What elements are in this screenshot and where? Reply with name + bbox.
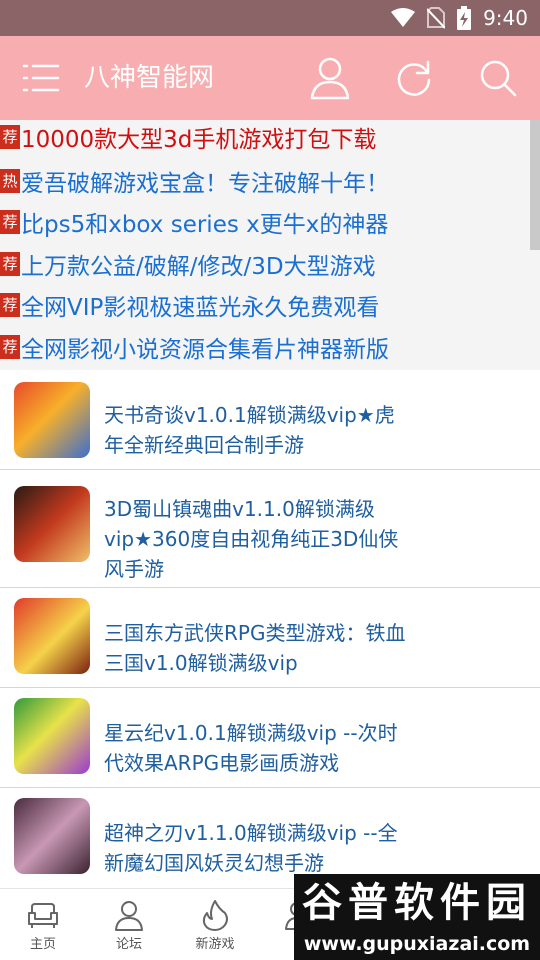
promo-link[interactable]: 上万款公益/破解/修改/3D大型游戏 (21, 247, 376, 281)
promo-item[interactable]: 荐 全网VIP影视极速蓝光永久免费观看 (0, 286, 379, 324)
promo-badge: 荐 (0, 252, 20, 276)
game-thumbnail (14, 798, 90, 874)
status-bar: 9:40 (0, 0, 540, 36)
game-item[interactable]: 天书奇谈v1.0.1解锁满级vip★虎年全新经典回合制手游 (0, 370, 540, 470)
nav-new-games[interactable]: 新游戏 (172, 889, 258, 960)
flame-icon (202, 900, 228, 931)
game-item[interactable]: 3D蜀山镇魂曲v1.1.0解锁满级vip★360度自由视角纯正3D仙侠风手游 (0, 470, 540, 588)
promo-item[interactable]: 热 爱吾破解游戏宝盒！专注破解十年！ (0, 162, 389, 200)
game-thumbnail (14, 698, 90, 774)
game-title[interactable]: 天书奇谈v1.0.1解锁满级vip★虎年全新经典回合制手游 (104, 400, 410, 460)
promo-link[interactable]: 爱吾破解游戏宝盒！专注破解十年！ (21, 164, 389, 198)
nav-home[interactable]: 主页 (0, 889, 86, 960)
game-title[interactable]: 3D蜀山镇魂曲v1.1.0解锁满级vip★360度自由视角纯正3D仙侠风手游 (104, 494, 410, 584)
promo-link[interactable]: 比ps5和xbox series x更牛x的神器 (21, 205, 388, 239)
watermark-url: www.gupuxiazai.com (303, 933, 531, 955)
game-title[interactable]: 星云纪v1.0.1解锁满级vip --次时代效果ARPG电影画质游戏 (104, 718, 410, 778)
scrollbar[interactable] (530, 120, 540, 250)
promo-badge: 荐 (0, 335, 20, 359)
promo-badge: 热 (0, 169, 20, 193)
game-item[interactable]: 三国东方武侠RPG类型游戏：铁血三国v1.0解锁满级vip (0, 588, 540, 688)
nav-forum[interactable]: 论坛 (86, 889, 172, 960)
user-icon[interactable] (310, 56, 350, 100)
nav-label: 主页 (29, 937, 56, 952)
promo-link[interactable]: 全网影视小说资源合集看片神器新版 (21, 330, 389, 364)
promo-item[interactable]: 荐 比ps5和xbox series x更牛x的神器 (0, 203, 388, 241)
menu-icon[interactable] (22, 60, 62, 96)
battery-charging-icon (457, 6, 472, 30)
refresh-icon[interactable] (394, 58, 434, 98)
promo-badge: 荐 (0, 125, 20, 149)
promo-link[interactable]: 全网VIP影视极速蓝光永久免费观看 (21, 288, 379, 322)
nav-label: 新游戏 (195, 937, 235, 952)
app-bar: 八神智能网 (0, 36, 540, 120)
watermark-title: 谷普软件园 (302, 880, 532, 926)
nav-label: 论坛 (115, 937, 142, 952)
game-thumbnail (14, 382, 90, 458)
promo-badge: 荐 (0, 210, 20, 234)
watermark: 谷普软件园 www.gupuxiazai.com (294, 874, 540, 960)
status-time: 9:40 (483, 6, 528, 30)
game-thumbnail (14, 486, 90, 562)
promo-item[interactable]: 荐 全网影视小说资源合集看片神器新版 (0, 328, 389, 366)
wifi-icon (391, 8, 416, 27)
no-sim-icon (427, 7, 446, 29)
promo-link[interactable]: 10000款大型3d手机游戏打包下载 (21, 120, 376, 154)
search-icon[interactable] (478, 58, 518, 98)
person-icon (115, 901, 143, 931)
sofa-icon (28, 903, 58, 928)
status-icons: 9:40 (391, 0, 528, 36)
app-title: 八神智能网 (84, 63, 215, 93)
promo-item[interactable]: 荐 上万款公益/破解/修改/3D大型游戏 (0, 245, 376, 283)
game-item[interactable]: 超神之刃v1.1.0解锁满级vip --全新魔幻国风妖灵幻想手游 (0, 788, 540, 888)
game-item[interactable]: 星云纪v1.0.1解锁满级vip --次时代效果ARPG电影画质游戏 (0, 688, 540, 788)
promo-item[interactable]: 荐 10000款大型3d手机游戏打包下载 (0, 118, 376, 156)
promo-badge: 荐 (0, 293, 20, 317)
game-title[interactable]: 三国东方武侠RPG类型游戏：铁血三国v1.0解锁满级vip (104, 618, 410, 678)
game-title[interactable]: 超神之刃v1.1.0解锁满级vip --全新魔幻国风妖灵幻想手游 (104, 818, 410, 878)
game-thumbnail (14, 598, 90, 674)
